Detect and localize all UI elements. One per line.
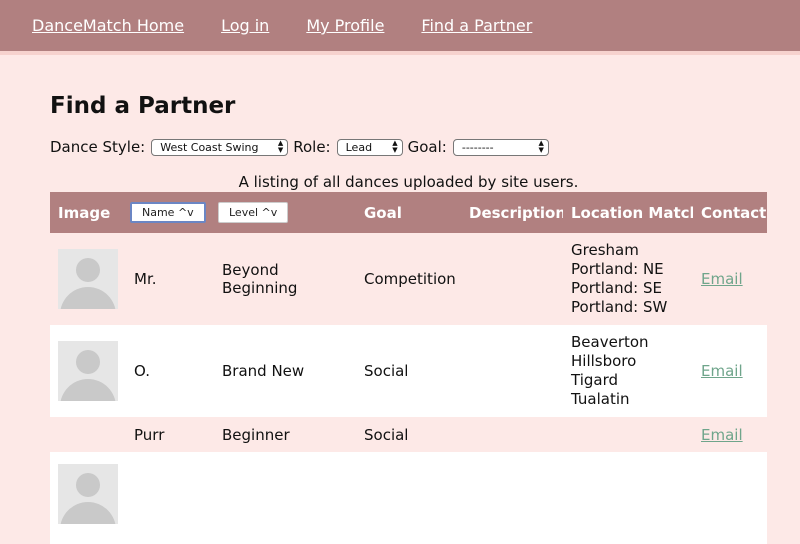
description-cell — [461, 233, 563, 325]
image-cell — [50, 417, 126, 452]
table-header-row: Image Name ^v Level ^v Goal Description … — [50, 192, 767, 233]
email-link[interactable]: Email — [701, 362, 743, 380]
level-cell: Beginner — [222, 425, 290, 444]
name-cell: Mr. — [134, 270, 157, 288]
location-item: Portland: NE — [571, 260, 664, 278]
goal-cell: Competition — [364, 270, 456, 288]
description-cell — [461, 417, 563, 452]
sort-name-button[interactable]: Name ^v — [130, 202, 206, 223]
nav-login-link[interactable]: Log in — [221, 16, 269, 35]
avatar-placeholder-icon — [58, 341, 118, 401]
image-cell — [50, 325, 126, 417]
header-level: Level ^v — [214, 192, 356, 233]
main-content: Find a Partner Dance Style: West Coast S… — [0, 55, 800, 544]
location-cell: Gresham Portland: NE Portland: SE Portla… — [563, 233, 693, 325]
header-description: Description — [469, 203, 563, 222]
contact-cell: Email — [693, 325, 767, 417]
table-row: Mr. Beyond Beginning Competition Gresham… — [50, 233, 767, 325]
header-contact: Contact — [701, 203, 767, 222]
role-value: Lead — [345, 140, 373, 154]
sort-level-button[interactable]: Level ^v — [218, 202, 289, 223]
role-select[interactable]: Lead ▲ ▼ — [336, 138, 403, 156]
chevron-updown-icon: ▲ ▼ — [277, 139, 284, 154]
image-cell — [50, 452, 126, 544]
location-item: Tualatin — [571, 390, 630, 408]
name-cell: Purr — [134, 425, 165, 444]
location-item: Beaverton — [571, 333, 649, 351]
nav-profile-link[interactable]: My Profile — [306, 16, 384, 35]
avatar-placeholder-icon — [58, 249, 118, 309]
table-row: Purr Beginner Social Email — [50, 417, 767, 452]
dance-style-value: West Coast Swing — [160, 140, 259, 154]
header-image: Image — [58, 203, 111, 222]
level-cell: Beyond Beginning — [222, 261, 298, 297]
image-cell — [50, 233, 126, 325]
goal-cell: Social — [364, 362, 409, 380]
nav-home-link[interactable]: DanceMatch Home — [32, 16, 184, 35]
goal-cell: Social — [364, 425, 409, 444]
goal-select[interactable]: -------- ▲ ▼ — [452, 138, 549, 156]
location-item: Portland: SW — [571, 298, 668, 316]
avatar-placeholder-icon — [58, 464, 118, 524]
location-item: Portland: SE — [571, 279, 662, 297]
location-cell: Beaverton Hillsboro Tigard Tualatin — [563, 325, 693, 417]
location-item: Hillsboro — [571, 352, 637, 370]
chevron-updown-icon: ▲ ▼ — [538, 139, 544, 154]
dance-style-select[interactable]: West Coast Swing ▲ ▼ — [151, 138, 289, 156]
page-title: Find a Partner — [50, 93, 236, 119]
table-caption: A listing of all dances uploaded by site… — [238, 173, 579, 191]
contact-cell: Email — [693, 233, 767, 325]
partners-table: Image Name ^v Level ^v Goal Description … — [50, 192, 767, 544]
filter-bar: Dance Style: West Coast Swing ▲ ▼ Role: L… — [50, 136, 800, 158]
nav-find-partner-link[interactable]: Find a Partner — [421, 16, 532, 35]
table-row: O. Brand New Social Beaverton Hillsboro … — [50, 325, 767, 417]
location-item: Gresham — [571, 241, 639, 259]
header-name: Name ^v — [126, 192, 214, 233]
location-item: Tigard — [571, 371, 619, 389]
goal-label: Goal: — [407, 138, 447, 156]
email-link[interactable]: Email — [701, 270, 743, 288]
table-row — [50, 452, 767, 544]
dance-style-label: Dance Style: — [50, 138, 146, 156]
chevron-updown-icon: ▲ ▼ — [392, 139, 398, 154]
role-label: Role: — [293, 138, 331, 156]
email-link[interactable]: Email — [701, 426, 743, 444]
location-cell — [563, 417, 693, 452]
level-cell: Brand New — [222, 362, 305, 380]
header-location: Location Match — [571, 203, 693, 222]
top-nav: DanceMatch Home Log in My Profile Find a… — [0, 0, 800, 55]
goal-value: -------- — [461, 140, 494, 154]
contact-cell: Email — [693, 417, 767, 452]
description-cell — [461, 325, 563, 417]
header-goal: Goal — [364, 203, 402, 222]
name-cell: O. — [134, 362, 150, 380]
